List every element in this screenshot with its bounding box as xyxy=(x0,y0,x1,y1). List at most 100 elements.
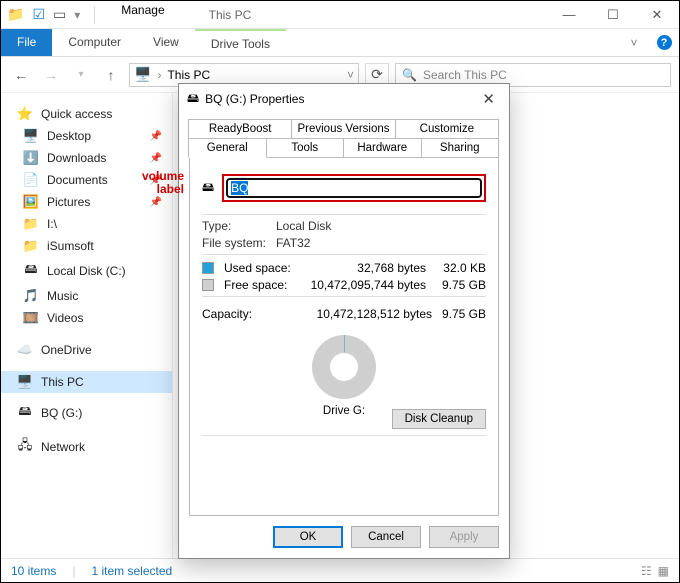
free-human: 9.75 GB xyxy=(432,278,486,292)
pin-icon: 📌 xyxy=(150,197,162,208)
sidebar-item-idrive[interactable]: 📁 I:\ xyxy=(1,213,172,235)
view-large-icon[interactable]: ▦ xyxy=(658,564,669,578)
sidebar-item-label: BQ (G:) xyxy=(41,406,82,420)
type-value: Local Disk xyxy=(276,219,331,233)
window-controls: — ☐ ✕ xyxy=(547,1,679,28)
dialog-title-bar[interactable]: 🖴 BQ (G:) Properties ✕ xyxy=(179,84,509,114)
free-bytes: 10,472,095,744 bytes xyxy=(302,278,426,292)
sidebar-item-label: Videos xyxy=(47,311,83,325)
sidebar-item-music[interactable]: 🎵Music xyxy=(1,285,172,307)
videos-icon: 🎞️ xyxy=(23,310,39,326)
free-swatch xyxy=(202,279,214,291)
sidebar-item-label: Documents xyxy=(47,173,108,187)
checkbox-icon[interactable]: ☑ xyxy=(32,6,45,23)
tab-panel-general: volume label 🖴 Type:Local Disk File syst… xyxy=(189,157,499,516)
capacity-human: 9.75 GB xyxy=(432,307,486,321)
apply-button[interactable]: Apply xyxy=(429,526,499,548)
volume-label-input[interactable] xyxy=(226,178,482,198)
sidebar-bq-drive[interactable]: 🖴BQ (G:) xyxy=(1,399,172,427)
tab-hardware[interactable]: Hardware xyxy=(343,138,422,158)
dialog-tabs-row2: General Tools Hardware Sharing xyxy=(189,139,499,158)
tab-customize[interactable]: Customize xyxy=(395,119,499,139)
ok-button[interactable]: OK xyxy=(273,526,343,548)
sidebar-network[interactable]: 🖧Network xyxy=(1,433,172,461)
status-item-count: 10 items xyxy=(11,564,56,578)
navigation-pane: ⭐Quick access 🖥️ Desktop 📌 ⬇️Downloads📌 📄 D… xyxy=(1,93,173,558)
cloud-icon: ☁️ xyxy=(17,342,33,358)
qat-dropdown-icon[interactable]: ▾ xyxy=(74,8,80,22)
dialog-tabs-row1: ReadyBoost Previous Versions Customize xyxy=(189,120,499,139)
ribbon-collapse-icon[interactable]: ˅ xyxy=(619,29,649,56)
usage-section: Used space: 32,768 bytes 32.0 KB Free sp… xyxy=(202,261,486,292)
folder-icon[interactable]: 📁 xyxy=(7,6,24,23)
documents-icon: 📄 xyxy=(23,172,39,188)
sidebar-item-desktop[interactable]: 🖥️ Desktop 📌 xyxy=(1,125,172,147)
maximize-button[interactable]: ☐ xyxy=(591,1,635,28)
pictures-icon: 🖼️ xyxy=(23,194,39,210)
used-human: 32.0 KB xyxy=(432,261,486,275)
annotation-volume-label: volume label xyxy=(142,170,184,195)
sidebar-item-label: I:\ xyxy=(47,217,57,231)
sidebar-item-videos[interactable]: 🎞️ Videos xyxy=(1,307,172,329)
tab-previous-versions[interactable]: Previous Versions xyxy=(291,119,395,139)
this-pc-icon: 🖥️ xyxy=(17,374,33,390)
sidebar-quick-access[interactable]: ⭐Quick access xyxy=(1,103,172,125)
page-icon[interactable]: ▭ xyxy=(53,6,66,23)
folder-icon: 📁 xyxy=(23,238,39,254)
help-button[interactable]: ? xyxy=(649,29,679,56)
drive-icon: 🖴 xyxy=(202,178,214,199)
disk-cleanup-button[interactable]: Disk Cleanup xyxy=(392,409,486,429)
file-tab[interactable]: File xyxy=(1,29,52,56)
properties-dialog: 🖴 BQ (G:) Properties ✕ ReadyBoost Previo… xyxy=(178,83,510,559)
contextual-tab-header: Manage xyxy=(107,1,178,19)
sidebar-item-isumsoft[interactable]: 📁iSumsoft xyxy=(1,235,172,257)
cancel-button[interactable]: Cancel xyxy=(351,526,421,548)
status-selection: 1 item selected xyxy=(91,564,172,578)
minimize-button[interactable]: — xyxy=(547,1,591,28)
sidebar-item-localdisk-c[interactable]: 🖴Local Disk (C:) xyxy=(1,257,172,285)
tab-computer[interactable]: Computer xyxy=(52,29,137,56)
usage-pie-chart xyxy=(312,335,376,399)
forward-button[interactable]: → xyxy=(39,63,63,87)
window-title: This PC xyxy=(179,1,547,28)
volume-label-highlight xyxy=(222,174,486,202)
sidebar-item-label: Pictures xyxy=(47,195,90,209)
dialog-close-button[interactable]: ✕ xyxy=(476,90,501,108)
capacity-bytes: 10,472,128,512 bytes xyxy=(290,307,432,321)
recent-locations-icon[interactable]: ▾ xyxy=(69,63,93,87)
tab-drive-tools[interactable]: Drive Tools xyxy=(195,29,286,56)
sidebar-item-downloads[interactable]: ⬇️Downloads📌 xyxy=(1,147,172,169)
filesystem-value: FAT32 xyxy=(276,236,310,250)
ribbon-tabs: File Computer View Drive Tools ˅ ? xyxy=(1,29,679,57)
desktop-icon: 🖥️ xyxy=(23,128,39,144)
pin-icon: 📌 xyxy=(150,153,162,164)
view-details-icon[interactable]: ☷ xyxy=(641,564,652,578)
tab-tools[interactable]: Tools xyxy=(266,138,345,158)
used-swatch xyxy=(202,262,214,274)
capacity-label: Capacity: xyxy=(202,307,290,321)
tab-readyboost[interactable]: ReadyBoost xyxy=(188,119,292,139)
used-label: Used space: xyxy=(224,261,296,275)
back-button[interactable]: ← xyxy=(9,63,33,87)
tab-sharing[interactable]: Sharing xyxy=(421,138,500,158)
help-icon: ? xyxy=(657,35,672,50)
sidebar-item-label: Local Disk (C:) xyxy=(47,264,126,278)
network-icon: 🖧 xyxy=(17,436,33,458)
tab-view[interactable]: View xyxy=(137,29,195,56)
drive-icon: 🖴 xyxy=(187,89,199,110)
sidebar-this-pc[interactable]: 🖥️ This PC xyxy=(1,371,172,393)
close-button[interactable]: ✕ xyxy=(635,1,679,28)
up-button[interactable]: ↑ xyxy=(99,63,123,87)
sidebar-item-label: This PC xyxy=(41,375,84,389)
sidebar-item-label: Desktop xyxy=(47,129,91,143)
sidebar-onedrive[interactable]: ☁️OneDrive xyxy=(1,339,172,361)
tab-general[interactable]: General xyxy=(188,138,267,158)
folder-icon: 📁 xyxy=(23,216,39,232)
title-bar: 📁 ☑ ▭ ▾ Manage This PC — ☐ ✕ xyxy=(1,1,679,29)
search-icon: 🔍 xyxy=(402,68,417,82)
pin-icon: 📌 xyxy=(150,131,162,142)
filesystem-label: File system: xyxy=(202,236,276,250)
address-dropdown-icon[interactable]: ˅ xyxy=(347,68,354,82)
breadcrumb[interactable]: This PC xyxy=(167,68,210,82)
contextual-tab-group: Manage xyxy=(107,1,178,28)
